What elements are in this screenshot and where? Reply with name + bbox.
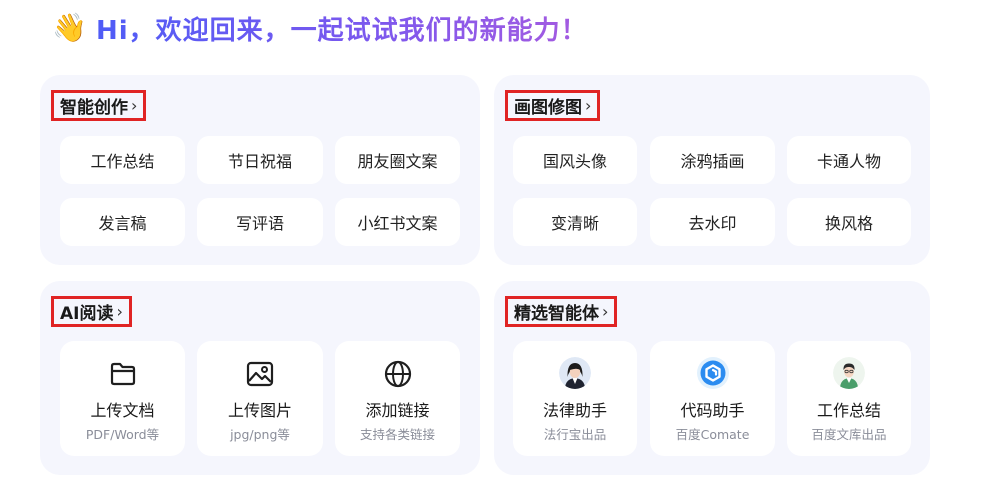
chip-remove-watermark[interactable]: 去水印 <box>650 198 775 246</box>
chip-doodle-illustration[interactable]: 涂鸦插画 <box>650 136 775 184</box>
chevron-right-icon: › <box>585 96 592 115</box>
chevron-right-icon: › <box>116 302 123 321</box>
code-assistant-label: 代码助手 <box>680 401 745 420</box>
globe-icon <box>384 359 412 389</box>
waving-hand-icon: 👋 <box>52 11 87 44</box>
panel-agents: 精选智能体 › 法律助手 法行宝出品 代码助手 百度Comate 工作总结 百度… <box>494 281 930 475</box>
add-link-label: 添加链接 <box>365 401 430 420</box>
chip-speech-draft[interactable]: 发言稿 <box>60 198 185 246</box>
upload-image-label: 上传图片 <box>227 401 292 420</box>
chip-cartoon-character[interactable]: 卡通人物 <box>787 136 911 184</box>
chip-holiday-blessing[interactable]: 节日祝福 <box>197 136 323 184</box>
code-assistant-sub: 百度Comate <box>675 427 750 442</box>
smart-create-title: 智能创作 <box>60 98 128 118</box>
smart-create-title-link[interactable]: 智能创作 › <box>51 90 147 121</box>
upload-image-sub: jpg/png等 <box>230 427 290 442</box>
card-work-summary-agent[interactable]: 工作总结 百度文库出品 <box>787 341 911 456</box>
card-add-link[interactable]: 添加链接 支持各类链接 <box>335 341 460 456</box>
upload-document-label: 上传文档 <box>90 401 155 420</box>
chevron-right-icon: › <box>602 302 609 321</box>
agents-title-link[interactable]: 精选智能体 › <box>505 296 618 327</box>
draw-title-link[interactable]: 画图修图 › <box>505 90 601 121</box>
panel-ai-read: AI阅读 › 上传文档 PDF/Word等 上传图片 jpg/png等 添加链接… <box>40 281 480 475</box>
card-upload-image[interactable]: 上传图片 jpg/png等 <box>197 341 323 456</box>
panel-draw: 画图修图 › 国风头像 涂鸦插画 卡通人物 变清晰 去水印 换风格 <box>494 75 930 265</box>
ai-read-title: AI阅读 <box>60 304 114 324</box>
draw-title: 画图修图 <box>514 98 582 118</box>
add-link-sub: 支持各类链接 <box>359 427 435 442</box>
ai-read-title-link[interactable]: AI阅读 › <box>51 296 132 327</box>
image-icon <box>246 359 274 389</box>
card-code-assistant[interactable]: 代码助手 百度Comate <box>650 341 775 456</box>
folder-icon <box>109 359 137 389</box>
agents-title: 精选智能体 <box>514 304 599 324</box>
legal-assistant-label: 法律助手 <box>542 401 607 420</box>
chip-xiaohongshu-copy[interactable]: 小红书文案 <box>335 198 460 246</box>
chip-change-style[interactable]: 换风格 <box>787 198 911 246</box>
card-legal-assistant[interactable]: 法律助手 法行宝出品 <box>513 341 637 456</box>
chip-moments-copy[interactable]: 朋友圈文案 <box>335 136 460 184</box>
chip-work-summary[interactable]: 工作总结 <box>60 136 185 184</box>
chevron-right-icon: › <box>131 96 138 115</box>
panel-smart-create: 智能创作 › 工作总结 节日祝福 朋友圈文案 发言稿 写评语 小红书文案 <box>40 75 480 265</box>
legal-assistant-sub: 法行宝出品 <box>543 427 607 442</box>
work-summary-agent-label: 工作总结 <box>816 401 881 420</box>
chip-guofeng-avatar[interactable]: 国风头像 <box>513 136 637 184</box>
card-upload-document[interactable]: 上传文档 PDF/Word等 <box>60 341 185 456</box>
office-worker-avatar-icon <box>833 357 865 389</box>
lawyer-avatar-icon <box>559 357 591 389</box>
greeting-header: 👋 Hi，欢迎回来，一起试试我们的新能力！ <box>52 10 588 46</box>
chip-write-comment[interactable]: 写评语 <box>197 198 323 246</box>
work-summary-agent-sub: 百度文库出品 <box>811 427 887 442</box>
comate-logo-icon <box>696 357 729 389</box>
chip-enhance-clarity[interactable]: 变清晰 <box>513 198 637 246</box>
upload-document-sub: PDF/Word等 <box>85 427 160 442</box>
greeting-text: Hi，欢迎回来，一起试试我们的新能力！ <box>96 10 588 47</box>
